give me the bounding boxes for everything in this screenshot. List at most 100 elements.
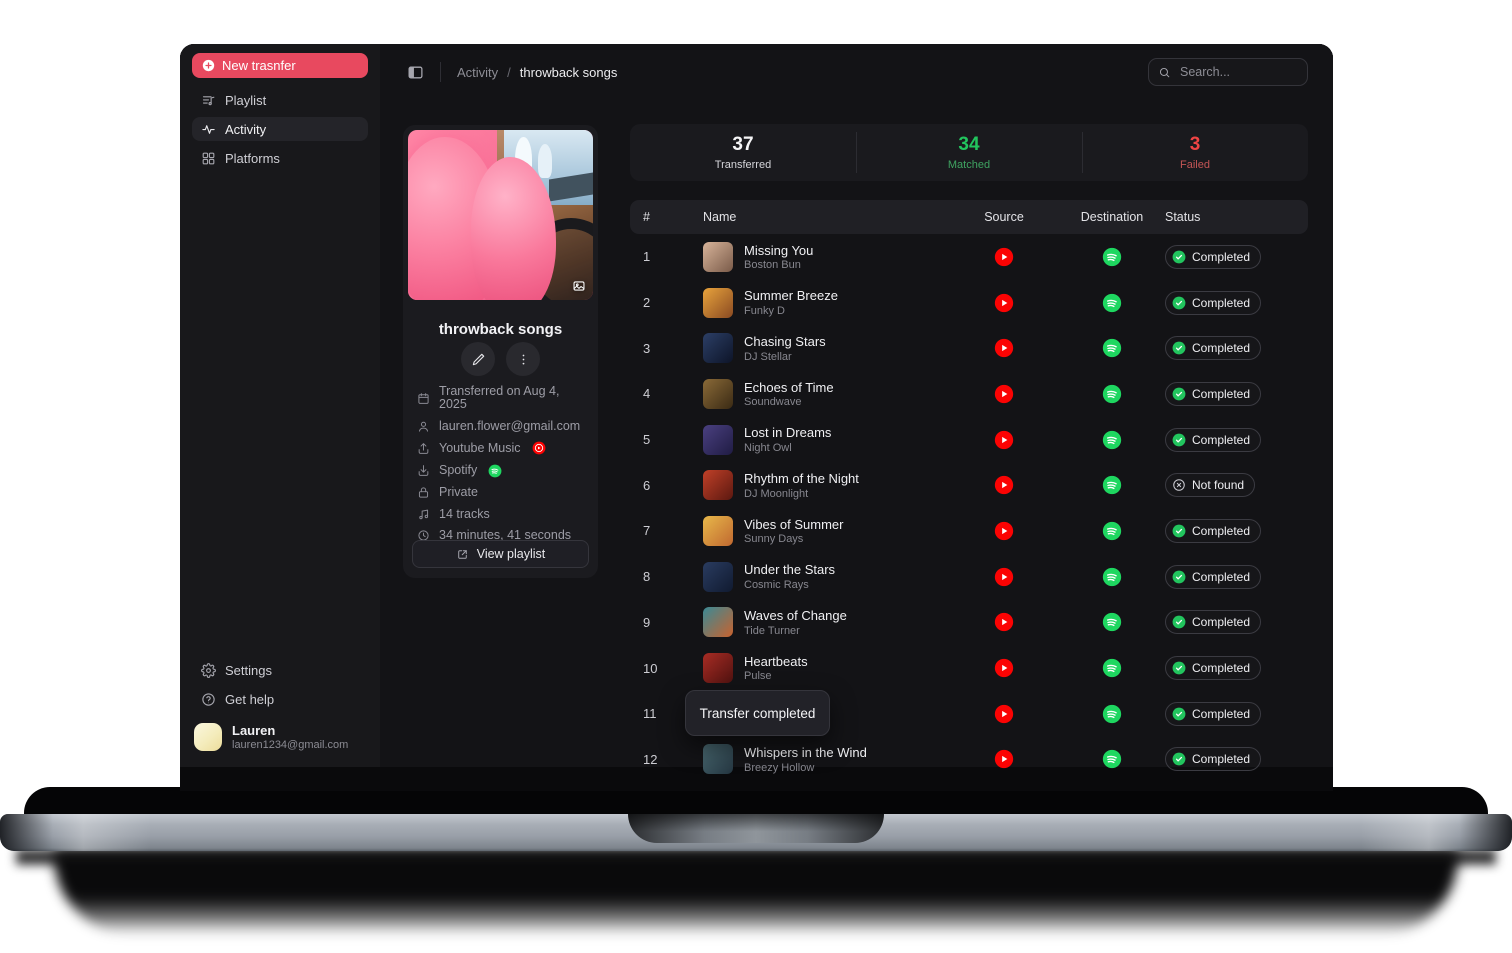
track-artist: Tide Turner: [744, 625, 847, 637]
calendar-icon: [417, 392, 430, 405]
sidebar-toggle-button[interactable]: [407, 64, 424, 81]
album-art: [703, 562, 733, 592]
sidebar-item-platforms[interactable]: Platforms: [192, 146, 368, 170]
column-header-source: Source: [984, 210, 1024, 224]
track-title: Heartbeats: [744, 654, 808, 670]
track-number: 3: [630, 341, 703, 356]
stat-matched: 34Matched: [856, 124, 1082, 181]
track-number: 7: [630, 523, 703, 538]
table-row[interactable]: 10HeartbeatsPulseCompleted: [630, 645, 1308, 691]
main-area: Activity / throwback songs: [380, 44, 1333, 767]
playlist-cover-image: [408, 130, 593, 300]
stat-transferred: 37Transferred: [630, 124, 856, 181]
view-playlist-label: View playlist: [477, 547, 546, 561]
table-row[interactable]: 6Rhythm of the NightDJ MoonlightNot foun…: [630, 462, 1308, 508]
track-title: Under the Stars: [744, 562, 835, 578]
status-badge: Completed: [1165, 291, 1261, 315]
user-profile[interactable]: Lauren lauren1234@gmail.com: [180, 711, 380, 767]
track-title: Lost in Dreams: [744, 425, 831, 441]
search-input[interactable]: [1178, 64, 1298, 80]
table-row[interactable]: 3Chasing StarsDJ StellarCompleted: [630, 325, 1308, 371]
track-number: 1: [630, 249, 703, 264]
more-button[interactable]: [506, 342, 540, 376]
table-row[interactable]: 12Whispers in the WindBreezy HollowCompl…: [630, 737, 1308, 783]
playlist-detail-row: Youtube Music: [417, 441, 590, 455]
track-number: 10: [630, 661, 703, 676]
search-box[interactable]: [1148, 58, 1308, 86]
track-title: Rhythm of the Night: [744, 471, 859, 487]
sidebar-item-get-help[interactable]: Get help: [192, 687, 368, 711]
stat-label: Matched: [948, 159, 990, 171]
status-text: Completed: [1192, 433, 1250, 447]
table-row[interactable]: 9 Waves of ChangeTide Turner Completed: [630, 600, 1308, 646]
check-circle-icon: [1172, 707, 1186, 721]
topbar-divider: [440, 62, 441, 82]
status-badge: Completed: [1165, 610, 1261, 634]
stat-failed: 3Failed: [1082, 124, 1308, 181]
check-circle-icon: [1172, 296, 1186, 310]
sidebar-item-label: Settings: [225, 663, 272, 678]
breadcrumb-separator: /: [507, 65, 511, 80]
spotify-icon: [1059, 475, 1165, 495]
track-title: Whispers in the Wind: [744, 745, 867, 761]
table-header: #NameSourceDestinationStatus: [630, 200, 1308, 234]
album-art: [703, 288, 733, 318]
youtube-icon: [949, 293, 1059, 313]
sidebar-item-label: Get help: [225, 692, 274, 707]
track-title: Waves of Change: [744, 608, 847, 624]
track-number: 9: [630, 615, 703, 630]
table-row[interactable]: 7Vibes of SummerSunny DaysCompleted: [630, 508, 1308, 554]
youtube-icon: [949, 247, 1059, 267]
sidebar-item-label: Playlist: [225, 93, 266, 108]
table-row[interactable]: 2Summer BreezeFunky DCompleted: [630, 280, 1308, 326]
help-icon: [201, 692, 216, 707]
track-artist: Sunny Days: [744, 533, 843, 545]
status-badge: Not found: [1165, 473, 1255, 497]
youtube-icon: [949, 475, 1059, 495]
transfer-stats: 37Transferred34Matched3Failed: [630, 124, 1308, 181]
playlist-detail-row: Transferred on Aug 4, 2025: [417, 385, 590, 411]
track-artist: Night Owl: [744, 442, 831, 454]
status-badge: Completed: [1165, 382, 1261, 406]
status-text: Completed: [1192, 341, 1250, 355]
sidebar-item-playlist[interactable]: Playlist: [192, 88, 368, 112]
detail-text: Youtube Music: [439, 442, 521, 455]
table-row[interactable]: 8Under the StarsCosmic RaysCompleted: [630, 554, 1308, 600]
youtube-icon: [949, 430, 1059, 450]
edit-button[interactable]: [461, 342, 495, 376]
breadcrumb-section[interactable]: Activity: [457, 65, 498, 80]
track-number: 5: [630, 432, 703, 447]
album-art: [703, 607, 733, 637]
sidebar-item-settings[interactable]: Settings: [192, 658, 368, 682]
photo-icon[interactable]: [572, 279, 586, 293]
detail-text: Spotify: [439, 464, 477, 477]
playlist-icon: [201, 93, 216, 108]
status-badge: Completed: [1165, 519, 1261, 543]
status-badge: Completed: [1165, 702, 1261, 726]
youtube-icon: [949, 612, 1059, 632]
sidebar-spacer: [180, 170, 380, 658]
new-transfer-label: New trasnfer: [222, 58, 296, 73]
view-playlist-button[interactable]: View playlist: [412, 540, 589, 568]
check-circle-icon: [1172, 524, 1186, 538]
table-row[interactable]: 5 Lost in DreamsNight Owl Completed: [630, 417, 1308, 463]
track-number: 4: [630, 386, 703, 401]
spotify-icon: [1059, 247, 1165, 267]
breadcrumb-current: throwback songs: [520, 65, 618, 80]
youtube-icon: [949, 338, 1059, 358]
new-transfer-button[interactable]: New trasnfer: [192, 53, 368, 78]
status-text: Completed: [1192, 387, 1250, 401]
album-art: [703, 379, 733, 409]
status-text: Completed: [1192, 615, 1250, 629]
plus-circle-icon: [202, 59, 215, 72]
table-row[interactable]: 4Echoes of TimeSoundwaveCompleted: [630, 371, 1308, 417]
user-name: Lauren: [232, 723, 348, 739]
status-badge: Completed: [1165, 245, 1261, 269]
sidebar-item-activity[interactable]: Activity: [192, 117, 368, 141]
stat-label: Transferred: [715, 159, 771, 171]
stat-value: 3: [1190, 134, 1201, 156]
table-row[interactable]: 1Missing YouBoston BunCompleted: [630, 234, 1308, 280]
album-art: [703, 425, 733, 455]
upload-icon: [417, 442, 430, 455]
track-title: Chasing Stars: [744, 334, 826, 350]
